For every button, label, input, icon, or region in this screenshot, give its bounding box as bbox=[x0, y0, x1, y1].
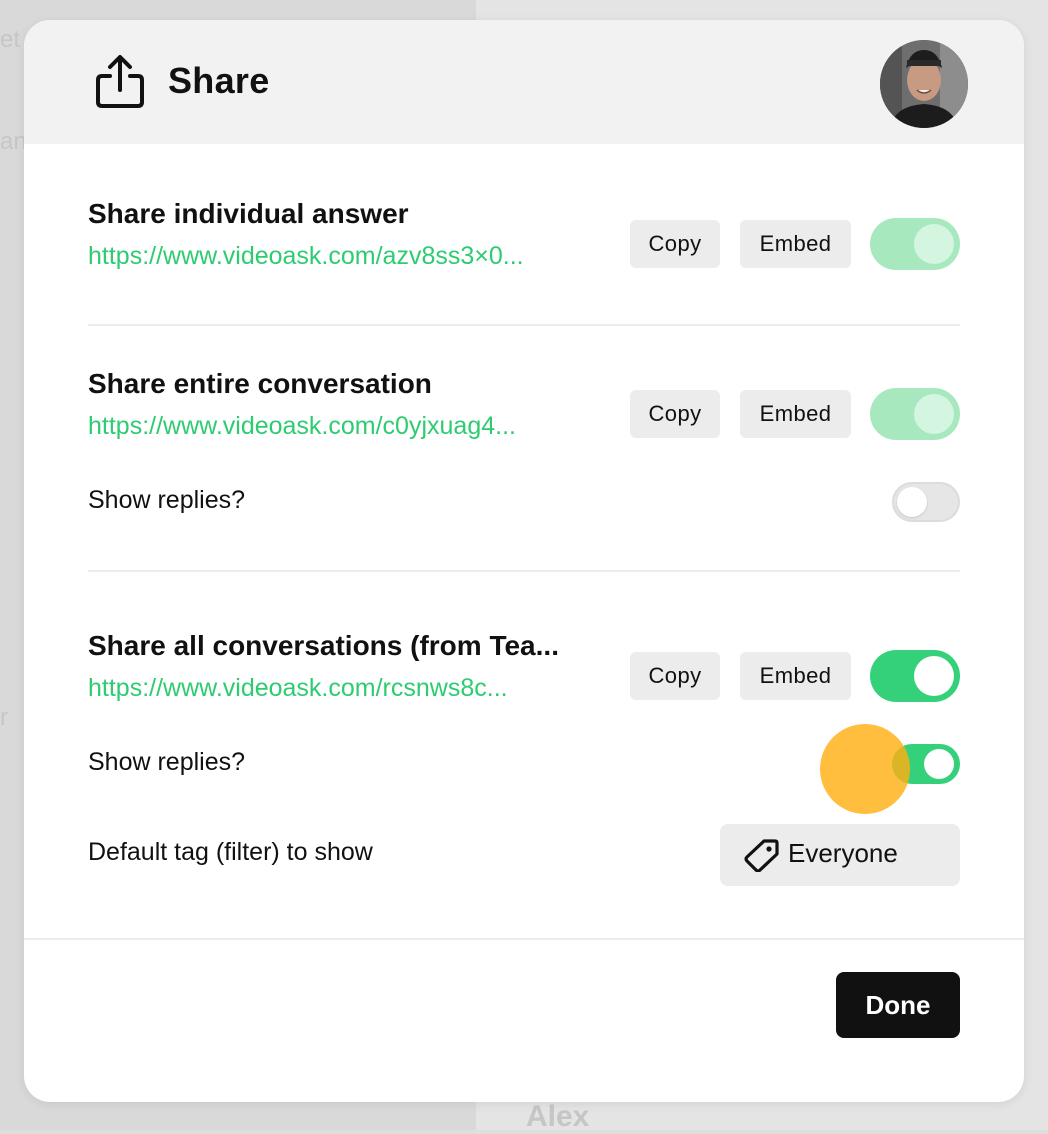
background-text: r bbox=[0, 704, 8, 731]
toggle-knob bbox=[914, 224, 954, 264]
individual-answer-toggle[interactable] bbox=[870, 218, 960, 270]
embed-all-button[interactable]: Embed bbox=[740, 652, 851, 700]
copy-all-button[interactable]: Copy bbox=[630, 652, 720, 700]
toggle-knob bbox=[914, 656, 954, 696]
dialog-title: Share bbox=[168, 60, 270, 101]
entire-conversation-link[interactable]: https://www.videoask.com/c0yjxuag4... bbox=[88, 412, 516, 441]
avatar[interactable] bbox=[880, 40, 968, 128]
entire-conversation-title: Share entire conversation bbox=[88, 368, 432, 399]
default-tag-label: Default tag (filter) to show bbox=[88, 838, 373, 866]
individual-answer-title: Share individual answer bbox=[88, 198, 409, 229]
section-divider bbox=[88, 324, 960, 326]
dialog-header: Share bbox=[24, 20, 1024, 144]
all-conversations-title: Share all conversations (from Tea... bbox=[88, 630, 559, 661]
show-replies-toggle-conversation[interactable] bbox=[892, 482, 960, 522]
background-text: an bbox=[0, 128, 27, 155]
all-conversations-toggle[interactable] bbox=[870, 650, 960, 702]
toggle-knob bbox=[924, 749, 954, 779]
default-tag-value: Everyone bbox=[788, 838, 898, 868]
embed-individual-button[interactable]: Embed bbox=[740, 220, 851, 268]
toggle-knob bbox=[897, 487, 927, 517]
copy-conversation-button[interactable]: Copy bbox=[630, 390, 720, 438]
all-conversations-link[interactable]: https://www.videoask.com/rcsnws8c... bbox=[88, 674, 508, 703]
entire-conversation-toggle[interactable] bbox=[870, 388, 960, 440]
background-text: et bbox=[0, 26, 21, 53]
tag-icon bbox=[744, 839, 779, 872]
background-text: Alex bbox=[526, 1100, 590, 1133]
default-tag-select[interactable]: Everyone bbox=[720, 824, 960, 886]
individual-answer-link[interactable]: https://www.videoask.com/azv8ss3×0... bbox=[88, 242, 524, 271]
embed-conversation-button[interactable]: Embed bbox=[740, 390, 851, 438]
share-upload-icon bbox=[96, 55, 144, 108]
share-dialog: Share Share individual answer https://ww… bbox=[24, 20, 1024, 1102]
copy-individual-button[interactable]: Copy bbox=[630, 220, 720, 268]
toggle-knob bbox=[914, 394, 954, 434]
footer-divider bbox=[24, 938, 1024, 940]
cursor-highlight bbox=[820, 724, 910, 814]
show-replies-label: Show replies? bbox=[88, 486, 246, 514]
section-divider bbox=[88, 570, 960, 572]
show-replies-label: Show replies? bbox=[88, 748, 246, 776]
avatar-photo bbox=[880, 40, 968, 128]
done-button[interactable]: Done bbox=[836, 972, 960, 1038]
